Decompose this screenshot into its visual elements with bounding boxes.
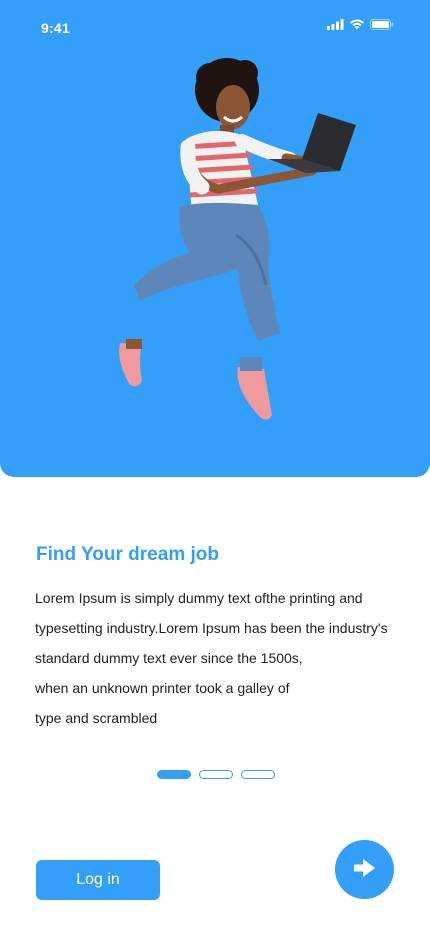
hero-banner: 9:41 <box>0 0 430 477</box>
page-indicator-dot-1[interactable] <box>157 770 191 779</box>
description-line: typesetting industry.Lorem Ipsum has bee… <box>35 620 388 636</box>
description-line: when an unknown printer took a galley of <box>35 680 290 696</box>
status-bar: 9:41 <box>0 0 430 52</box>
onboarding-description: Lorem Ipsum is simply dummy text ofthe p… <box>35 583 410 733</box>
woman-with-laptop-illustration <box>119 58 356 420</box>
description-line: Lorem Ipsum is simply dummy text ofthe p… <box>35 590 363 606</box>
wifi-icon <box>349 19 365 30</box>
status-time: 9:41 <box>41 20 70 36</box>
onboarding-title: Find Your dream job <box>36 544 219 565</box>
battery-icon <box>370 19 394 30</box>
description-line: type and scrambled <box>35 710 158 726</box>
signal-icon <box>327 19 344 30</box>
page-indicator-dot-2[interactable] <box>199 770 233 779</box>
page-indicator <box>157 770 275 779</box>
arrow-right-icon <box>353 859 376 880</box>
description-line: standard dummy text ever since the 1500s… <box>35 650 303 666</box>
page-indicator-dot-3[interactable] <box>241 770 275 779</box>
status-icons <box>327 19 394 30</box>
next-button[interactable] <box>335 840 394 899</box>
login-button[interactable]: Log in <box>36 860 160 900</box>
